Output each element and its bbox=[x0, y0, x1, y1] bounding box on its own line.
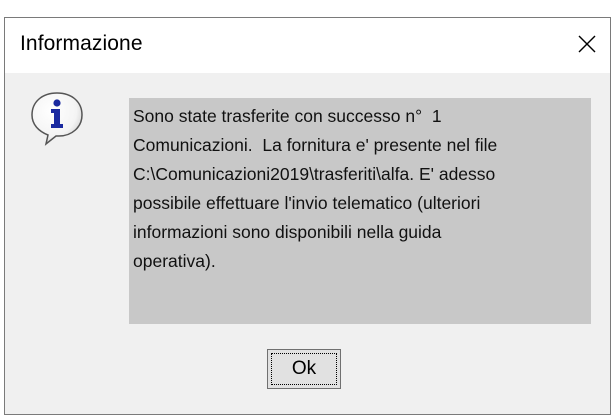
ok-button-label: Ok bbox=[291, 358, 317, 379]
dialog-titlebar[interactable]: Informazione bbox=[5, 18, 610, 73]
ok-button[interactable]: Ok bbox=[267, 349, 341, 389]
close-button[interactable] bbox=[564, 18, 610, 73]
information-icon bbox=[31, 92, 83, 146]
dialog-title: Informazione bbox=[20, 32, 143, 55]
message-panel: Sono state trasferite con successo n° 1 … bbox=[129, 98, 591, 324]
information-dialog: Informazione Sono state trasferite con s… bbox=[4, 17, 611, 415]
message-text: Sono state trasferite con successo n° 1 … bbox=[133, 106, 498, 271]
close-icon bbox=[578, 35, 596, 53]
dialog-body: Sono state trasferite con successo n° 1 … bbox=[5, 73, 610, 414]
